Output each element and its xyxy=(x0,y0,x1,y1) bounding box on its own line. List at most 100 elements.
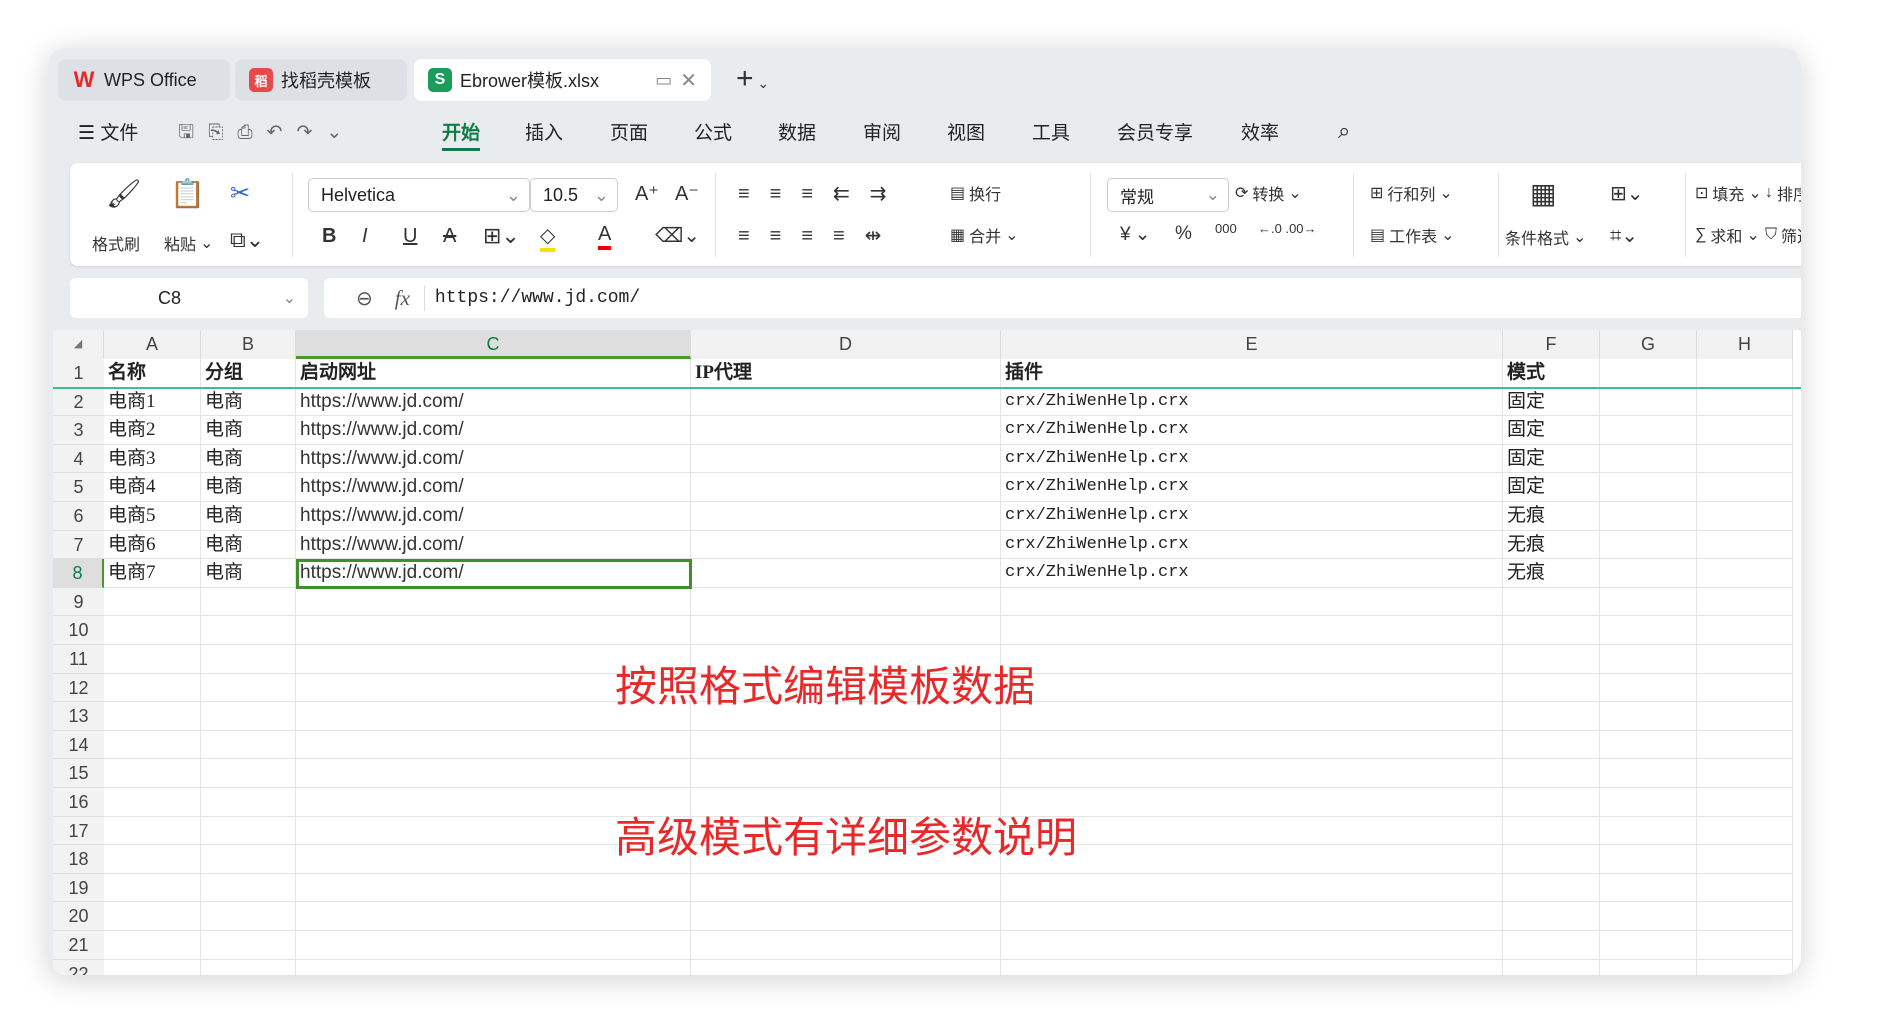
cell-C1[interactable]: 启动网址 xyxy=(296,359,691,388)
cell-G20[interactable] xyxy=(1600,902,1697,931)
cell-H8[interactable] xyxy=(1697,559,1793,588)
row-header[interactable]: 19 xyxy=(53,873,104,903)
cell-G13[interactable] xyxy=(1600,702,1697,731)
cell-H12[interactable] xyxy=(1697,673,1793,703)
cell-C22[interactable] xyxy=(296,959,691,975)
cell-H3[interactable] xyxy=(1697,416,1793,445)
menu-home[interactable]: 开始 xyxy=(442,118,481,151)
cell-G15[interactable] xyxy=(1600,759,1697,788)
cell-A3[interactable]: 电商2 xyxy=(104,416,201,445)
cell-E11[interactable] xyxy=(1001,645,1503,674)
cell-F16[interactable] xyxy=(1503,788,1600,817)
menu-formula[interactable]: 公式 xyxy=(694,118,732,145)
cell-A20[interactable] xyxy=(104,902,201,931)
paste-button[interactable]: 粘贴 ⌄ xyxy=(164,231,213,255)
cell-C21[interactable] xyxy=(296,931,691,960)
cell-G7[interactable] xyxy=(1600,530,1697,560)
cell-H18[interactable] xyxy=(1697,845,1793,874)
cell-H16[interactable] xyxy=(1697,788,1793,817)
cell-D9[interactable] xyxy=(691,587,1001,617)
horizontal-align-icons[interactable]: ≡≡≡≡⇹ xyxy=(738,223,901,248)
cell-G16[interactable] xyxy=(1600,788,1697,817)
row-header[interactable]: 8 xyxy=(53,559,104,588)
tab-templates[interactable]: 稻 找稻壳模板 xyxy=(235,59,407,101)
cell-H6[interactable] xyxy=(1697,502,1793,531)
filter-button[interactable]: ⛉筛选 xyxy=(1765,223,1801,247)
cell-B22[interactable] xyxy=(201,959,296,975)
currency-icon[interactable]: ¥ ⌄ xyxy=(1120,223,1151,246)
cell-G4[interactable] xyxy=(1600,444,1697,474)
cell-E14[interactable] xyxy=(1001,730,1503,760)
cell-D5[interactable] xyxy=(691,473,1001,502)
cell-G9[interactable] xyxy=(1600,587,1697,617)
cell-G10[interactable] xyxy=(1600,616,1697,645)
sum-button[interactable]: ∑ 求和 ⌄ xyxy=(1695,223,1760,247)
cell-A11[interactable] xyxy=(104,645,201,674)
clear-format-icon[interactable]: ⌫⌄ xyxy=(655,223,700,248)
tab-wps-office[interactable]: W WPS Office xyxy=(58,59,230,101)
cell-B13[interactable] xyxy=(201,702,296,731)
row-header[interactable]: 13 xyxy=(53,702,104,731)
cell-C7[interactable]: https://www.jd.com/ xyxy=(296,530,691,560)
tab-ebrower-xlsx[interactable]: S Ebrower模板.xlsx ▭ ✕ xyxy=(414,59,711,101)
cell-F7[interactable]: 无痕 xyxy=(1503,530,1600,560)
borders-icon[interactable]: ⊞⌄ xyxy=(483,223,520,249)
cell-A21[interactable] xyxy=(104,931,201,960)
cell-size-icon[interactable]: ⌗⌄ xyxy=(1610,223,1638,248)
decimal-icons[interactable]: ←.0 .00→ xyxy=(1258,221,1317,236)
cell-A9[interactable] xyxy=(104,587,201,617)
cell-A12[interactable] xyxy=(104,673,201,703)
cell-B14[interactable] xyxy=(201,730,296,760)
cell-D15[interactable] xyxy=(691,759,1001,788)
cell-B21[interactable] xyxy=(201,931,296,960)
row-header[interactable]: 4 xyxy=(53,444,104,474)
cell-H13[interactable] xyxy=(1697,702,1793,731)
cell-B18[interactable] xyxy=(201,845,296,874)
cell-B16[interactable] xyxy=(201,788,296,817)
row-header[interactable]: 6 xyxy=(53,502,104,531)
cell-B9[interactable] xyxy=(201,587,296,617)
cell-E13[interactable] xyxy=(1001,702,1503,731)
cell-G22[interactable] xyxy=(1600,959,1697,975)
cell-H15[interactable] xyxy=(1697,759,1793,788)
cell-F12[interactable] xyxy=(1503,673,1600,703)
cell-C3[interactable]: https://www.jd.com/ xyxy=(296,416,691,445)
cell-G18[interactable] xyxy=(1600,845,1697,874)
menu-page[interactable]: 页面 xyxy=(610,118,648,145)
cell-C4[interactable]: https://www.jd.com/ xyxy=(296,444,691,474)
cell-E15[interactable] xyxy=(1001,759,1503,788)
cell-H22[interactable] xyxy=(1697,959,1793,975)
cell-F22[interactable] xyxy=(1503,959,1600,975)
cell-D7[interactable] xyxy=(691,530,1001,560)
row-header[interactable]: 16 xyxy=(53,788,104,817)
cell-E7[interactable]: crx/ZhiWenHelp.crx xyxy=(1001,530,1503,560)
cut-icon[interactable]: ✂ xyxy=(230,179,250,208)
cell-E2[interactable]: crx/ZhiWenHelp.crx xyxy=(1001,387,1503,417)
new-tab-button[interactable]: + ⌄ xyxy=(736,62,769,96)
cell-E10[interactable] xyxy=(1001,616,1503,645)
cell-D20[interactable] xyxy=(691,902,1001,931)
fx-icon[interactable]: fx xyxy=(395,286,410,311)
cell-C9[interactable] xyxy=(296,587,691,617)
cell-F15[interactable] xyxy=(1503,759,1600,788)
cell-style-icon[interactable]: ⊞⌄ xyxy=(1610,181,1644,206)
cell-H9[interactable] xyxy=(1697,587,1793,617)
format-painter-button[interactable]: 格式刷 xyxy=(92,231,140,255)
cell-H14[interactable] xyxy=(1697,730,1793,760)
cell-G19[interactable] xyxy=(1600,873,1697,903)
strikethrough-icon[interactable]: A xyxy=(443,225,456,248)
cell-H19[interactable] xyxy=(1697,873,1793,903)
cell-E1[interactable]: 插件 xyxy=(1001,359,1503,388)
copy-icon[interactable]: ⧉⌄ xyxy=(230,227,264,253)
cell-G3[interactable] xyxy=(1600,416,1697,445)
italic-icon[interactable]: I xyxy=(362,225,368,248)
cell-B6[interactable]: 电商 xyxy=(201,502,296,531)
cell-H17[interactable] xyxy=(1697,816,1793,846)
sort-button[interactable]: ↓排序 xyxy=(1765,181,1801,205)
cell-D8[interactable] xyxy=(691,559,1001,588)
menu-efficiency[interactable]: 效率 xyxy=(1241,118,1279,145)
select-all-corner[interactable]: ◢ xyxy=(53,330,104,359)
percent-icon[interactable]: % xyxy=(1175,223,1192,245)
cell-G1[interactable] xyxy=(1600,359,1697,388)
column-header-H[interactable]: H xyxy=(1697,330,1793,359)
